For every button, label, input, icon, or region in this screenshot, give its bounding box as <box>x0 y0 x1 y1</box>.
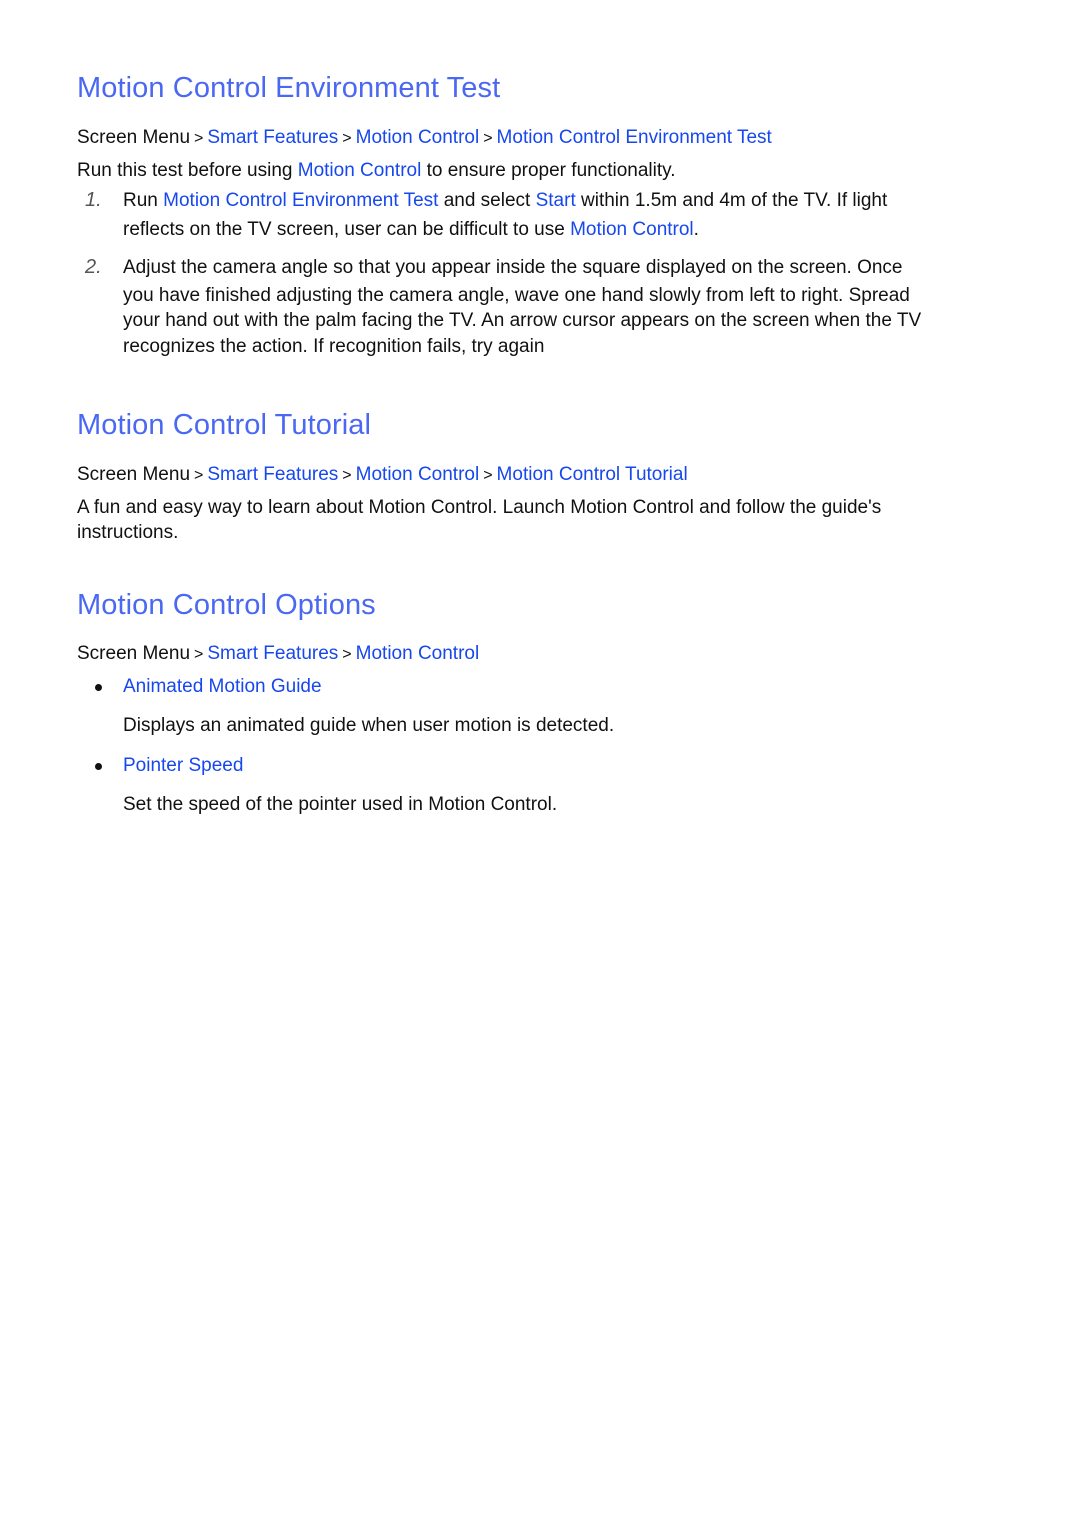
breadcrumb-tutorial: Screen Menu > Smart Features > Motion Contro… <box>77 463 688 488</box>
step-number: 2. <box>85 256 102 278</box>
breadcrumb-root: Screen Menu <box>77 643 191 664</box>
environment-test-link[interactable]: Motion Control Environment Test <box>163 190 438 211</box>
tutorial-body-line-2: instructions. <box>77 522 179 543</box>
breadcrumb-link-smart-features[interactable]: Smart Features <box>207 127 338 148</box>
start-link[interactable]: Start <box>536 190 576 211</box>
breadcrumb-separator: > <box>194 646 204 663</box>
breadcrumb-link-environment-test[interactable]: Motion Control Environment Test <box>497 127 772 148</box>
option-pointer-speed[interactable]: Pointer Speed <box>123 754 243 778</box>
step-text: and select <box>438 190 536 211</box>
breadcrumb-separator: > <box>483 467 493 484</box>
step-text: within 1.5m and 4m of the TV. If light <box>575 190 888 211</box>
step-2-line-4: recognizes the action. If recognition fa… <box>123 336 545 357</box>
breadcrumb-root: Screen Menu <box>77 127 191 148</box>
step-2-line-1: Adjust the camera angle so that you appe… <box>123 257 903 278</box>
step-1-line-1: Run Motion Control Environment Test and … <box>123 189 887 213</box>
breadcrumb-link-motion-control[interactable]: Motion Control <box>356 643 480 664</box>
breadcrumb-link-motion-control[interactable]: Motion Control <box>356 127 480 148</box>
breadcrumb-separator: > <box>194 467 204 484</box>
step-number: 1. <box>85 189 102 211</box>
tutorial-body-line-1: A fun and easy way to learn about Motion… <box>77 497 882 518</box>
breadcrumb-separator: > <box>194 130 204 147</box>
section-title-environment-test: Motion Control Environment Test <box>77 72 501 104</box>
bullet-icon <box>95 684 102 691</box>
breadcrumb-separator: > <box>342 130 352 147</box>
breadcrumb-link-motion-control[interactable]: Motion Control <box>356 464 480 485</box>
section-title-tutorial: Motion Control Tutorial <box>77 409 372 441</box>
breadcrumb-environment-test: Screen Menu > Smart Features > Motion Contro… <box>77 126 772 151</box>
section-title-options: Motion Control Options <box>77 589 376 621</box>
intro-paragraph: Run this test before using Motion Contro… <box>77 159 676 183</box>
option-description: Set the speed of the pointer used in Mot… <box>123 794 558 815</box>
option-description: Displays an animated guide when user mot… <box>123 715 615 736</box>
step-text: . <box>693 219 699 240</box>
breadcrumb-options: Screen Menu > Smart Features > Motion Contro… <box>77 642 479 667</box>
breadcrumb-link-smart-features[interactable]: Smart Features <box>207 464 338 485</box>
bullet-icon <box>95 763 102 770</box>
motion-control-link[interactable]: Motion Control <box>298 160 422 181</box>
motion-control-link[interactable]: Motion Control <box>570 219 694 240</box>
breadcrumb-separator: > <box>342 646 352 663</box>
step-2-line-3: your hand out with the palm facing the T… <box>123 310 922 331</box>
step-1-line-2: reflects on the TV screen, user can be d… <box>123 218 699 242</box>
breadcrumb-separator: > <box>342 467 352 484</box>
intro-text: to ensure proper functionality. <box>421 160 676 181</box>
step-2-line-2: you have finished adjusting the camera a… <box>123 285 910 306</box>
breadcrumb-separator: > <box>483 130 493 147</box>
option-animated-motion-guide[interactable]: Animated Motion Guide <box>123 675 322 699</box>
breadcrumb-link-tutorial[interactable]: Motion Control Tutorial <box>497 464 688 485</box>
breadcrumb-link-smart-features[interactable]: Smart Features <box>207 643 338 664</box>
step-text: Run <box>123 190 164 211</box>
step-text: reflects on the TV screen, user can be d… <box>123 219 571 240</box>
breadcrumb-root: Screen Menu <box>77 464 191 485</box>
intro-text: Run this test before using <box>77 160 298 181</box>
